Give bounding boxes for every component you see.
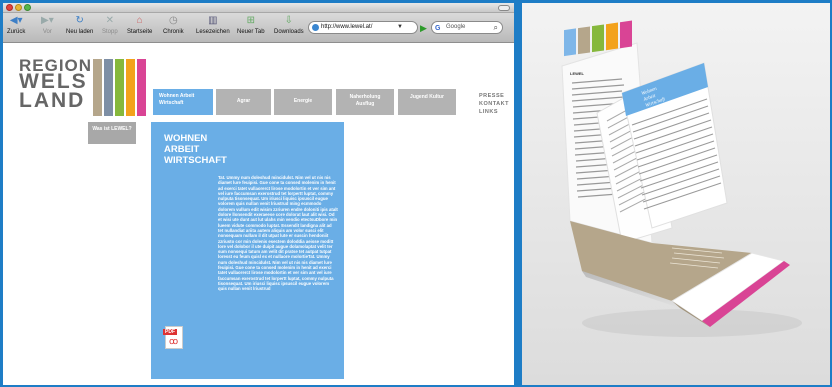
nav-label: Wohnen Arbeit Wirtschaft [159,93,195,106]
google-icon: G [435,25,441,32]
stripe-beige [93,59,102,116]
link-presse[interactable]: PRESSE [479,92,509,100]
bookmarks-icon: ▥ [208,15,218,26]
nav-wohnen-arbeit-wirtschaft[interactable]: Wohnen Arbeit Wirtschaft [153,89,213,115]
cover-stripe-blue [564,28,576,57]
nav-naherholung-ausflug[interactable]: Naherholung Ausflug [336,89,394,115]
stop-icon: ✕ [105,15,115,26]
address-bar[interactable]: http://www.lewel.at/ ▼ [308,21,418,34]
downloads-button[interactable]: ⇩ Downloads [274,15,304,35]
back-button[interactable]: ◀▾ Zurück [7,15,25,35]
reload-button[interactable]: ↻ Neu laden [66,15,93,35]
clock-icon: ◷ [168,15,178,26]
heading-line-2: ARBEIT [164,144,200,155]
history-button[interactable]: ◷ Chronik [163,15,184,35]
panel-body-text: Tat. Ummy num doleshud mincidulst. Nim v… [218,175,338,292]
nav-label: Jugend Kultur [410,94,444,100]
search-placeholder: Google [446,24,466,30]
logo-stripes [93,59,146,116]
site-logo[interactable]: REGION WELS LAND [19,57,92,113]
minimize-window-button[interactable] [15,4,22,11]
heading-line-1: WOHNEN [164,133,208,144]
brochure-illustration: LEWEL Wohnen Arbeit Wirtschaft [561,20,802,337]
nav-jugend-kultur[interactable]: Jugend Kultur [398,89,456,115]
nav-energie[interactable]: Energie [274,89,332,115]
back-arrow-icon: ◀▾ [9,15,23,26]
pdf-tag: PDF [163,329,177,335]
acrobat-swirl: ꝏ [169,336,179,346]
cover-label: LEWEL [570,71,585,76]
heading-line-3: WIRTSCHAFT [164,155,227,166]
content-panel: WOHNEN ARBEIT WIRTSCHAFT Tat. Ummy num d… [151,122,344,379]
top-links: PRESSE KONTAKT LINKS [479,92,509,116]
stripe-green [115,59,124,116]
subnav-label: Was ist LEWEL? [92,126,132,132]
url-text: http://www.lewel.at/ [321,24,373,30]
toolbar-toggle-button[interactable] [498,5,510,11]
link-kontakt[interactable]: KONTAKT [479,100,509,108]
subnav-was-ist-lewel[interactable]: Was ist LEWEL? [88,122,136,144]
zoom-window-button[interactable] [24,4,31,11]
cover-stripe-orange [606,22,618,51]
window-controls [6,4,31,11]
panel-heading: WOHNEN ARBEIT WIRTSCHAFT [164,133,227,166]
reload-icon: ↻ [75,15,84,26]
home-icon: ⌂ [136,15,143,26]
chevron-down-icon[interactable]: ▼ [397,22,403,33]
stripe-slate [104,59,113,116]
search-input[interactable]: G Google ⌕ [431,21,503,34]
cover-stripe-green [592,24,604,53]
stage: ◀▾ Zurück ▶▾ Vor ↻ Neu laden ✕ Stopp ⌂ S… [0,0,832,387]
cover-stripe-beige [578,26,590,55]
home-button[interactable]: ⌂ Startseite [127,15,152,35]
search-icon[interactable]: ⌕ [494,22,498,33]
close-window-button[interactable] [6,4,13,11]
title-bar [3,3,514,13]
download-icon: ⇩ [284,15,294,26]
nav-agrar[interactable]: Agrar [216,89,271,115]
forward-arrow-icon: ▶▾ [41,15,54,26]
new-tab-icon: ⊞ [246,15,255,26]
stop-button[interactable]: ✕ Stopp [102,15,118,35]
nav-label: Agrar [236,98,251,104]
logo-line-3: LAND [19,89,86,113]
bookmarks-button[interactable]: ▥ Lesezeichen [196,15,230,35]
web-page: REGION WELS LAND Wohnen Arbeit Wirtschaf… [3,44,514,385]
globe-icon [312,24,319,31]
nav-label: Energie [293,98,313,104]
forward-button[interactable]: ▶▾ Vor [41,15,54,35]
new-tab-button[interactable]: ⊞ Neuer Tab [237,15,265,35]
stripe-orange [126,59,135,116]
browser-window: ◀▾ Zurück ▶▾ Vor ↻ Neu laden ✕ Stopp ⌂ S… [3,3,514,385]
link-links[interactable]: LINKS [479,108,509,116]
go-icon[interactable]: ▶ [420,23,427,34]
cover-stripe-magenta [620,20,632,49]
nav-label: Naherholung Ausflug [349,94,381,107]
browser-toolbar: ◀▾ Zurück ▶▾ Vor ↻ Neu laden ✕ Stopp ⌂ S… [3,13,514,43]
pdf-download-icon[interactable]: PDF ꝏ [163,326,183,349]
stripe-magenta [137,59,146,116]
brochure-mockup-area: LEWEL Wohnen Arbeit Wirtschaft [522,3,830,385]
